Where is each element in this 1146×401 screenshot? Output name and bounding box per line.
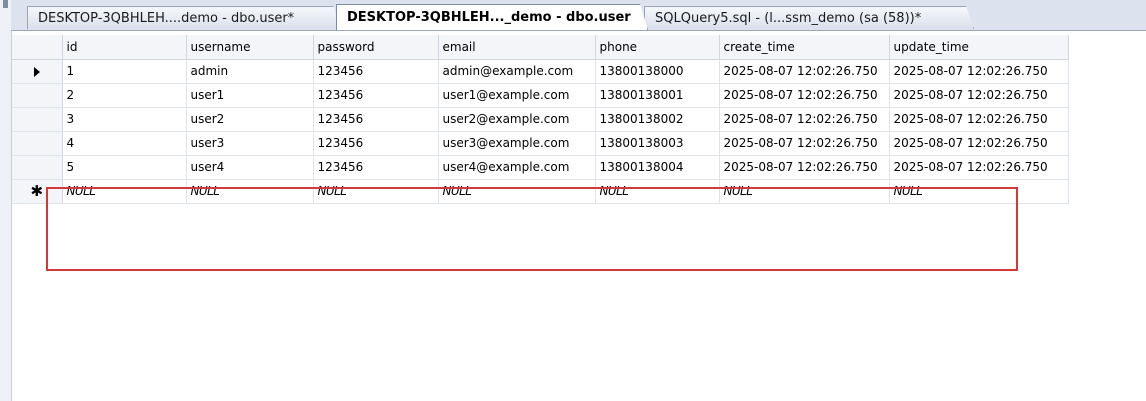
- cell-phone[interactable]: 13800138003: [595, 131, 720, 156]
- cell-id[interactable]: 3: [62, 107, 187, 132]
- cell-create-time[interactable]: 2025-08-07 12:02:26.750: [719, 83, 890, 108]
- current-row-arrow-icon: [33, 66, 40, 77]
- row-selector[interactable]: [12, 131, 63, 156]
- column-header-update-time[interactable]: update_time: [889, 35, 1069, 60]
- header-corner[interactable]: [12, 35, 63, 60]
- cell-username[interactable]: user1: [186, 83, 314, 108]
- cell-email[interactable]: user1@example.com: [438, 83, 596, 108]
- column-header-create-time[interactable]: create_time: [719, 35, 890, 60]
- row-selector[interactable]: [12, 83, 63, 108]
- cell-email[interactable]: admin@example.com: [438, 59, 596, 84]
- cell-username[interactable]: user2: [186, 107, 314, 132]
- cell-password[interactable]: 123456: [313, 131, 439, 156]
- table-row[interactable]: 3 user2 123456 user2@example.com 1380013…: [12, 107, 1069, 132]
- cell-username[interactable]: user4: [186, 155, 314, 180]
- tab-user-table-active[interactable]: DESKTOP-3QBHLEH..._demo - dbo.user: [336, 4, 648, 30]
- cell-phone[interactable]: 13800138001: [595, 83, 720, 108]
- cell-username[interactable]: user3: [186, 131, 314, 156]
- column-header-id[interactable]: id: [62, 35, 187, 60]
- cell-id[interactable]: 4: [62, 131, 187, 156]
- row-selector[interactable]: [12, 59, 63, 84]
- tab-user-table-edited[interactable]: DESKTOP-3QBHLEH....demo - dbo.user*: [27, 6, 341, 29]
- cell-password[interactable]: 123456: [313, 59, 439, 84]
- table-row[interactable]: 5 user4 123456 user4@example.com 1380013…: [12, 155, 1069, 180]
- column-header-email[interactable]: email: [438, 35, 596, 60]
- cell-phone[interactable]: 13800138000: [595, 59, 720, 84]
- row-selector[interactable]: [12, 107, 63, 132]
- cell-id[interactable]: 2: [62, 83, 187, 108]
- cell-phone[interactable]: 13800138002: [595, 107, 720, 132]
- tab-sql-query[interactable]: SQLQuery5.sql - (l...ssm_demo (sa (58))*: [644, 6, 974, 29]
- left-gutter: [0, 0, 12, 401]
- cell-update-time[interactable]: 2025-08-07 12:02:26.750: [889, 107, 1069, 132]
- table-row[interactable]: 1 admin 123456 admin@example.com 1380013…: [12, 59, 1069, 84]
- new-row-star-icon: ✱: [30, 182, 44, 200]
- table-row[interactable]: 2 user1 123456 user1@example.com 1380013…: [12, 83, 1069, 108]
- cell-create-time[interactable]: 2025-08-07 12:02:26.750: [719, 155, 890, 180]
- cell-id[interactable]: 5: [62, 155, 187, 180]
- table-row[interactable]: 4 user3 123456 user3@example.com 1380013…: [12, 131, 1069, 156]
- column-header-phone[interactable]: phone: [595, 35, 720, 60]
- cell-update-time[interactable]: 2025-08-07 12:02:26.750: [889, 155, 1069, 180]
- results-grid: id username password email phone create_…: [12, 35, 1069, 204]
- cell-id[interactable]: 1: [62, 59, 187, 84]
- row-selector[interactable]: [12, 155, 63, 180]
- cell-create-time[interactable]: 2025-08-07 12:02:26.750: [719, 131, 890, 156]
- cell-phone[interactable]: 13800138004: [595, 155, 720, 180]
- cell-update-time[interactable]: 2025-08-07 12:02:26.750: [889, 59, 1069, 84]
- cell-create-time[interactable]: 2025-08-07 12:02:26.750: [719, 107, 890, 132]
- gutter-marker: [3, 0, 8, 8]
- cell-update-time[interactable]: 2025-08-07 12:02:26.750: [889, 131, 1069, 156]
- cell-password[interactable]: 123456: [313, 155, 439, 180]
- header-row: id username password email phone create_…: [12, 35, 1069, 60]
- cell-email[interactable]: user2@example.com: [438, 107, 596, 132]
- annotation-highlight-box: [46, 187, 1018, 271]
- cell-email[interactable]: user3@example.com: [438, 131, 596, 156]
- cell-update-time[interactable]: 2025-08-07 12:02:26.750: [889, 83, 1069, 108]
- cell-password[interactable]: 123456: [313, 83, 439, 108]
- cell-email[interactable]: user4@example.com: [438, 155, 596, 180]
- cell-create-time[interactable]: 2025-08-07 12:02:26.750: [719, 59, 890, 84]
- column-header-password[interactable]: password: [313, 35, 439, 60]
- cell-username[interactable]: admin: [186, 59, 314, 84]
- cell-password[interactable]: 123456: [313, 107, 439, 132]
- column-header-username[interactable]: username: [186, 35, 314, 60]
- document-tab-bar: DESKTOP-3QBHLEH....demo - dbo.user* DESK…: [11, 0, 1146, 31]
